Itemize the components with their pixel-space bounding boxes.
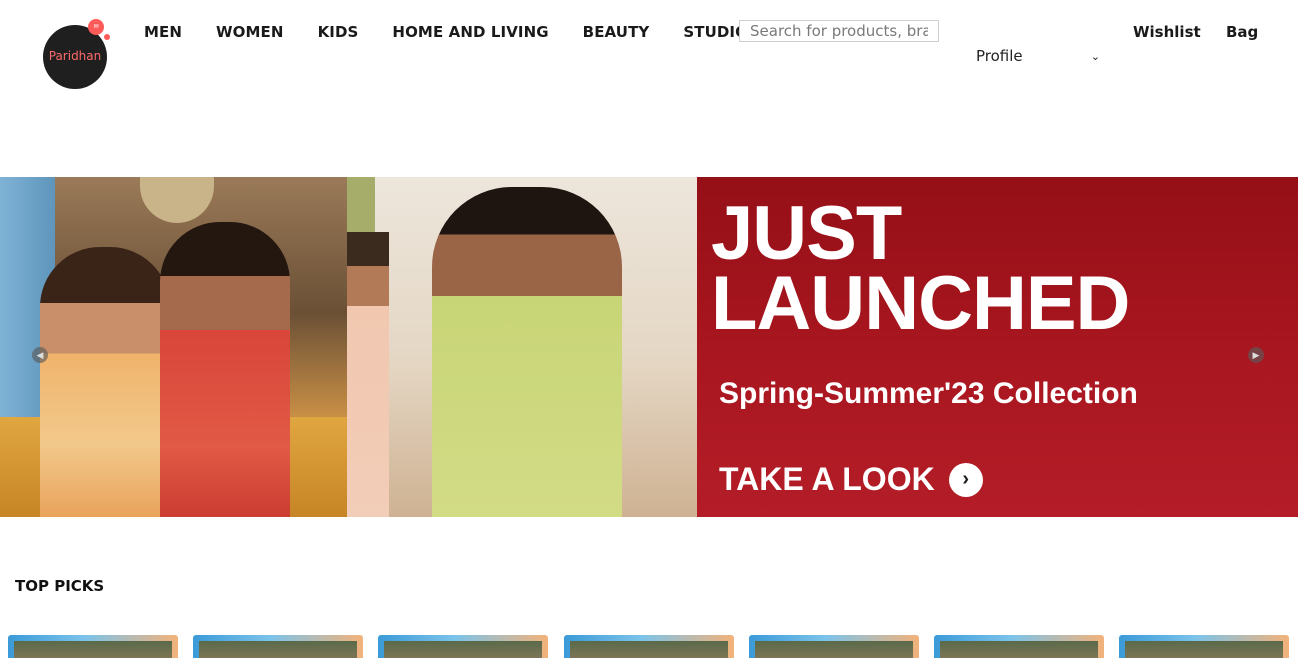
- banner-photo-cafe: [0, 177, 347, 517]
- profile-label: Profile: [976, 47, 1023, 65]
- wishlist-link[interactable]: Wishlist: [1133, 23, 1201, 41]
- nav-item-home-and-living[interactable]: HOME AND LIVING: [392, 23, 548, 41]
- chevron-down-icon: ⌄: [1090, 49, 1100, 63]
- top-picks-row: [8, 635, 1298, 658]
- main-nav: MEN WOMEN KIDS HOME AND LIVING BEAUTY ST…: [144, 23, 782, 41]
- carousel-next-arrow-icon[interactable]: ▶: [1248, 347, 1264, 363]
- cta-label: TAKE A LOOK: [719, 461, 935, 497]
- search-input[interactable]: [739, 20, 939, 42]
- model-figure: [160, 222, 290, 517]
- model-figure: [432, 187, 622, 517]
- banner-photo-desert: [347, 177, 697, 517]
- top-pick-card[interactable]: [8, 635, 178, 658]
- logo-text: Paridhan: [48, 49, 102, 63]
- nav-item-women[interactable]: WOMEN: [216, 23, 284, 41]
- top-pick-card[interactable]: [564, 635, 734, 658]
- bag-link[interactable]: Bag: [1226, 23, 1258, 41]
- section-title-top-picks: TOP PICKS: [15, 577, 105, 595]
- profile-dropdown[interactable]: Profile ⌄: [976, 47, 1102, 65]
- take-a-look-button[interactable]: TAKE A LOOK ›: [719, 461, 983, 498]
- logo-dot: [104, 34, 110, 40]
- top-pick-card[interactable]: [934, 635, 1104, 658]
- hero-carousel[interactable]: JUST LAUNCHED Spring-Summer'23 Collectio…: [0, 177, 1298, 517]
- carousel-prev-arrow-icon[interactable]: ◀: [32, 347, 48, 363]
- top-pick-card[interactable]: [378, 635, 548, 658]
- top-pick-card[interactable]: [193, 635, 363, 658]
- nav-item-kids[interactable]: KIDS: [318, 23, 359, 41]
- nav-item-men[interactable]: MEN: [144, 23, 182, 41]
- model-figure: [347, 232, 389, 517]
- promo-headline: JUST LAUNCHED: [711, 191, 1130, 346]
- brand-logo[interactable]: ✉ Paridhan: [43, 19, 110, 89]
- promo-panel: JUST LAUNCHED Spring-Summer'23 Collectio…: [697, 177, 1298, 517]
- top-pick-card[interactable]: [749, 635, 919, 658]
- nav-item-beauty[interactable]: BEAUTY: [583, 23, 650, 41]
- logo-badge-icon: ✉: [88, 19, 104, 35]
- promo-subtitle: Spring-Summer'23 Collection: [719, 377, 1138, 410]
- top-pick-card[interactable]: [1119, 635, 1289, 658]
- model-figure: [40, 247, 170, 517]
- chevron-right-icon: ›: [948, 462, 983, 497]
